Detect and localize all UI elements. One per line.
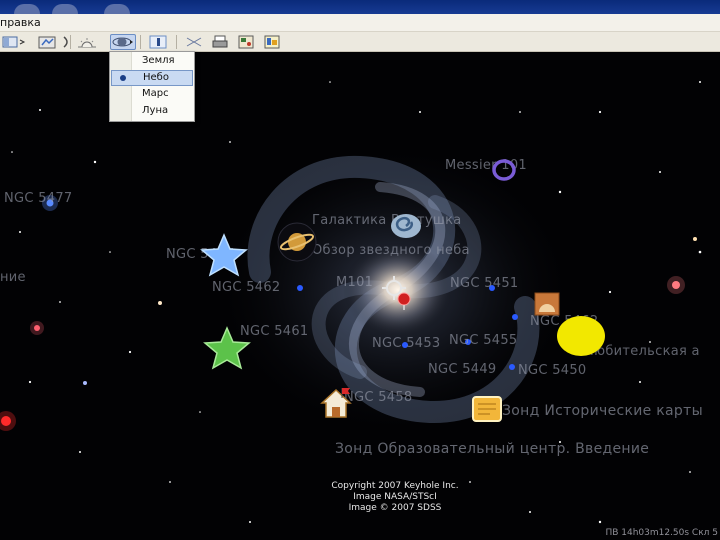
place-label[interactable]: NGC 5455 (449, 333, 518, 348)
imagery-copyright: Copyright 2007 Keyhole Inc. Image NASA/S… (300, 481, 490, 514)
place-label[interactable]: NGC 5462 (212, 280, 281, 295)
toolbar-separator (70, 35, 71, 49)
menu-bar: правка (0, 14, 720, 32)
saturn-icon[interactable] (277, 222, 317, 262)
menu-item-label: Луна (142, 105, 169, 116)
ruler-icon (149, 35, 167, 49)
spiral-galaxy-icon[interactable] (389, 211, 423, 241)
copyright-line: Copyright 2007 Keyhole Inc. (331, 481, 459, 491)
green-star-icon[interactable] (201, 326, 253, 370)
menu-item-label: Марс (142, 88, 169, 99)
toolbar-separator (140, 35, 141, 49)
sky-sun-icon (78, 38, 96, 48)
email-button[interactable] (184, 34, 206, 50)
blue-star-icon[interactable] (198, 233, 250, 277)
print-button[interactable] (210, 34, 232, 50)
place-label[interactable]: NGC 5449 (428, 362, 497, 377)
place-label[interactable]: NGC 5451 (450, 276, 519, 291)
layer-label[interactable]: Зонд Исторические карты (502, 403, 703, 419)
google-maps-button[interactable] (262, 34, 284, 50)
observatory-icon[interactable] (534, 292, 560, 316)
planet-switch-button[interactable] (110, 34, 136, 50)
coordinates-readout: ПВ 14h03m12.50s Скл 5 (605, 528, 718, 538)
toolbar (0, 32, 720, 52)
menu-edit[interactable]: правка (0, 16, 41, 29)
place-label[interactable]: M101 (336, 275, 373, 290)
sun-button[interactable] (76, 34, 98, 50)
purple-ring-icon[interactable] (490, 158, 518, 182)
place-label[interactable]: NGC 5450 (518, 363, 587, 378)
radio-bullet-icon (120, 75, 126, 81)
email-icon (186, 37, 202, 47)
sun-icon[interactable] (556, 315, 606, 357)
menu-item-moon[interactable]: Луна (111, 104, 193, 120)
planet-dropdown-menu: Земля Небо Марс Луна (109, 51, 195, 122)
menu-item-label: Небо (143, 72, 169, 83)
placemark-icon (38, 36, 56, 49)
layer-label[interactable]: Зонд Образовательный центр. Введение (335, 441, 649, 457)
place-label[interactable]: NGC 5458 (344, 390, 413, 405)
map-view-icon (264, 35, 280, 49)
print-icon (212, 35, 228, 48)
menu-item-earth[interactable]: Земля (111, 54, 193, 70)
place-label[interactable]: Галактика Вертушка (312, 213, 462, 228)
add-placemark-button[interactable] (36, 34, 60, 50)
red-pin-icon[interactable] (396, 291, 412, 311)
menu-item-sky[interactable]: Небо (111, 70, 193, 86)
planet-switch-icon (112, 37, 133, 47)
hide-sidebar-button[interactable] (2, 34, 34, 50)
menu-item-label: Земля (142, 55, 175, 66)
toolbar-separator (176, 35, 177, 49)
map-view-icon (238, 35, 254, 49)
place-label[interactable]: NGC 5477 (4, 191, 73, 206)
place-label[interactable]: NGC 5453 (372, 336, 441, 351)
place-label[interactable]: Обзор звездного неба (312, 243, 470, 258)
hide-sidebar-icon (2, 36, 26, 48)
place-label[interactable]: ние (0, 270, 26, 285)
map-view-button[interactable] (236, 34, 258, 50)
ruler-button[interactable] (146, 34, 170, 50)
sky-map-view[interactable]: NGC 5477 Messier 101 Галактика Вертушка … (0, 52, 720, 540)
note-icon[interactable] (471, 395, 505, 425)
home-icon[interactable] (318, 386, 354, 420)
copyright-line: Image NASA/STScI (353, 492, 437, 502)
galaxy-background (0, 81, 702, 524)
menu-item-mars[interactable]: Марс (111, 87, 193, 103)
copyright-line: Image © 2007 SDSS (348, 503, 442, 513)
